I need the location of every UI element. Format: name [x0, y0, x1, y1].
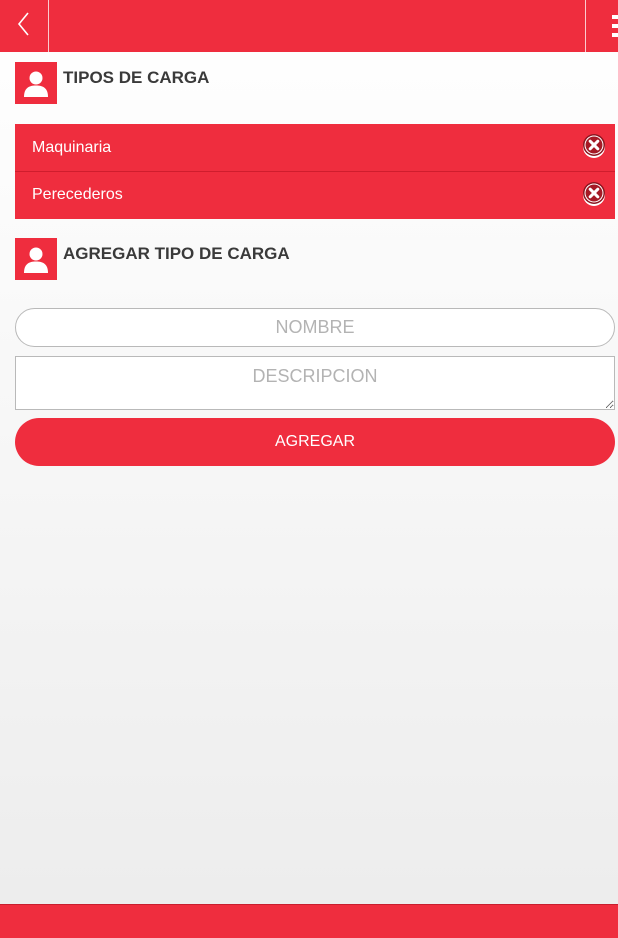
list-item[interactable]: Maquinaria — [15, 124, 615, 171]
user-icon — [15, 62, 57, 104]
list-item-label: Perecederos — [32, 186, 123, 203]
list-item[interactable]: Perecederos — [15, 171, 615, 218]
top-app-bar — [0, 0, 618, 52]
cargo-types-title: TIPOS DE CARGA — [63, 68, 210, 87]
close-circle-icon — [583, 181, 605, 209]
list-item-label: Maquinaria — [32, 138, 112, 156]
add-button[interactable]: AGREGAR — [15, 418, 615, 466]
back-button[interactable] — [0, 0, 49, 52]
menu-button[interactable] — [585, 0, 618, 52]
description-textarea[interactable] — [15, 356, 615, 410]
close-circle-icon — [583, 133, 605, 161]
add-cargo-type-title: AGREGAR TIPO DE CARGA — [63, 244, 290, 263]
bottom-bar — [0, 904, 618, 938]
name-input[interactable] — [15, 308, 615, 347]
cargo-types-header: TIPOS DE CARGA — [15, 62, 209, 104]
remove-button[interactable] — [583, 133, 605, 161]
user-icon — [15, 238, 57, 280]
chevron-left-icon — [17, 11, 31, 42]
cargo-types-list: Maquinaria Perecederos — [15, 124, 615, 219]
add-cargo-type-header: AGREGAR TIPO DE CARGA — [15, 238, 290, 280]
remove-button[interactable] — [583, 181, 605, 209]
